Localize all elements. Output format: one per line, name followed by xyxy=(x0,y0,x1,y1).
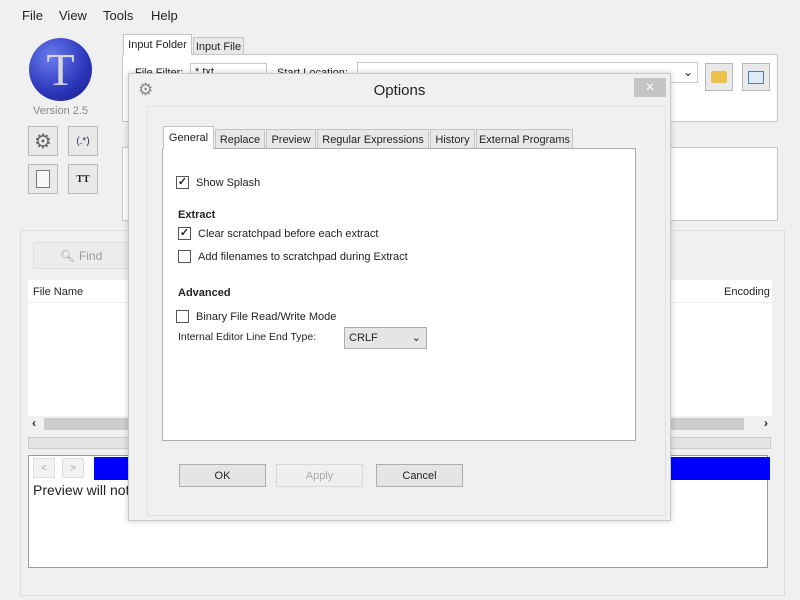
tab-history[interactable]: History xyxy=(430,129,475,149)
preview-text: Preview will not b xyxy=(33,482,142,498)
apply-button[interactable]: Apply xyxy=(276,464,363,487)
document-icon[interactable] xyxy=(28,164,58,194)
clear-scratchpad-checkbox[interactable]: ✓ xyxy=(178,227,191,240)
version-label: Version 2.5 xyxy=(33,105,89,117)
binary-mode-label: Binary File Read/Write Mode xyxy=(196,311,337,323)
dialog-title: Options xyxy=(373,82,426,99)
folder-icon[interactable] xyxy=(705,63,733,91)
search-icon: 🔍︎ xyxy=(59,248,75,263)
menu-tools[interactable]: Tools xyxy=(103,8,133,23)
preview-next-button[interactable]: > xyxy=(62,458,84,478)
show-splash-checkbox[interactable]: ✓ xyxy=(176,176,189,189)
tab-general[interactable]: General xyxy=(163,126,214,149)
column-file-name[interactable]: File Name xyxy=(33,286,83,298)
show-splash-label: Show Splash xyxy=(196,177,261,189)
add-filenames-label: Add filenames to scratchpad during Extra… xyxy=(198,251,408,263)
tab-input-folder[interactable]: Input Folder xyxy=(123,34,192,55)
tab-preview[interactable]: Preview xyxy=(266,129,316,149)
cancel-button[interactable]: Cancel xyxy=(376,464,463,487)
app-logo: T xyxy=(29,38,92,101)
extract-heading: Extract xyxy=(178,209,216,221)
binary-mode-checkbox[interactable] xyxy=(176,310,189,323)
font-size-icon[interactable]: TT xyxy=(68,164,98,194)
clear-scratchpad-label: Clear scratchpad before each extract xyxy=(198,228,379,240)
add-filenames-checkbox[interactable] xyxy=(178,250,191,263)
ok-button[interactable]: OK xyxy=(179,464,266,487)
line-end-label: Internal Editor Line End Type: xyxy=(178,331,317,343)
tab-replace[interactable]: Replace xyxy=(215,129,265,149)
column-encoding[interactable]: Encoding xyxy=(724,286,770,298)
tab-external-programs[interactable]: External Programs xyxy=(476,129,573,149)
layout-icon[interactable] xyxy=(742,63,770,91)
scroll-right-icon[interactable]: › xyxy=(764,416,768,430)
gear-icon[interactable]: ⚙ xyxy=(28,126,58,156)
line-end-value: CRLF xyxy=(349,332,378,344)
menu-view[interactable]: View xyxy=(59,8,87,23)
advanced-heading: Advanced xyxy=(178,287,231,299)
close-button[interactable]: × xyxy=(634,78,666,97)
find-label: Find xyxy=(78,248,103,263)
chevron-down-icon: ⌄ xyxy=(682,65,693,79)
tab-input-file[interactable]: Input File xyxy=(193,37,244,55)
regex-icon[interactable]: (.*) xyxy=(68,126,98,156)
scroll-left-icon[interactable]: ‹ xyxy=(32,416,36,430)
menu-help[interactable]: Help xyxy=(151,8,178,23)
general-tab-panel xyxy=(162,148,636,441)
tab-regular-expressions[interactable]: Regular Expressions xyxy=(317,129,429,149)
preview-prev-button[interactable]: < xyxy=(33,458,55,478)
chevron-down-icon: ⌄ xyxy=(411,332,421,344)
find-button[interactable]: 🔍︎ Find xyxy=(33,242,129,269)
line-end-select[interactable]: CRLF ⌄ xyxy=(344,327,427,349)
menu-file[interactable]: File xyxy=(22,8,43,23)
